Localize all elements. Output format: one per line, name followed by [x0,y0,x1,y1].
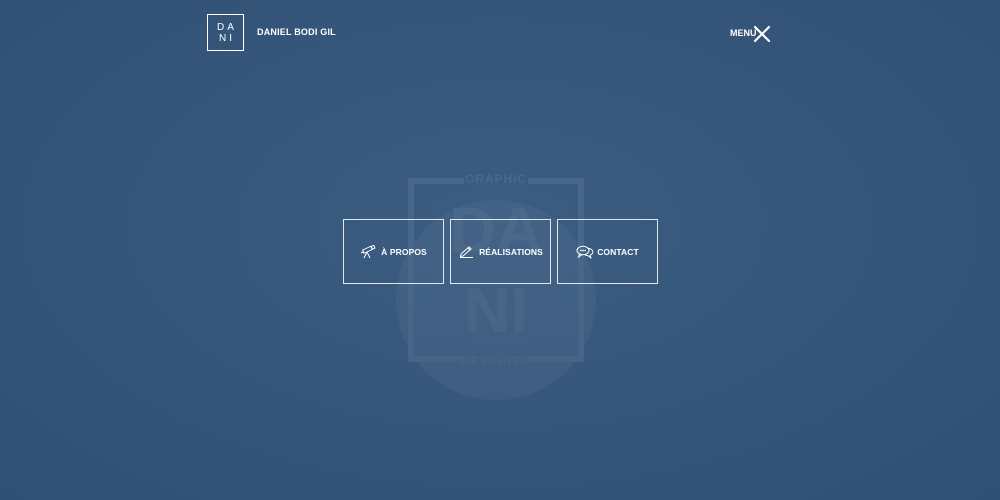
close-icon [753,25,771,43]
menu-item-label: CONTACT [597,246,639,257]
telescope-icon [360,244,376,259]
brand-name[interactable]: DANIEL BODI GIL [257,27,336,37]
menu-cards: À PROPOS RÉALISATIONS CONTACT [343,219,658,284]
menu-item-label: RÉALISATIONS [479,246,543,257]
logo-line1: DA [217,21,237,33]
watermark-top-text: GRAPHIC [464,172,528,186]
menu-item-label: À PROPOS [381,246,427,257]
menu-item-realisations[interactable]: RÉALISATIONS [450,219,551,284]
menu-item-a-propos[interactable]: À PROPOS [343,219,444,284]
page: GRAPHIC DA NI DESIGNER DA NI DANIEL BODI… [0,0,1000,500]
chat-bubbles-icon [576,245,594,259]
close-menu-button[interactable] [753,25,771,43]
logo-line2: NI [219,32,235,44]
logo[interactable]: DA NI [207,14,244,51]
watermark-letters-line2: NI [464,274,528,346]
pencil-ruler-icon [458,245,474,259]
watermark-bottom-text: DESIGNER [460,354,532,368]
menu-item-contact[interactable]: CONTACT [557,219,658,284]
